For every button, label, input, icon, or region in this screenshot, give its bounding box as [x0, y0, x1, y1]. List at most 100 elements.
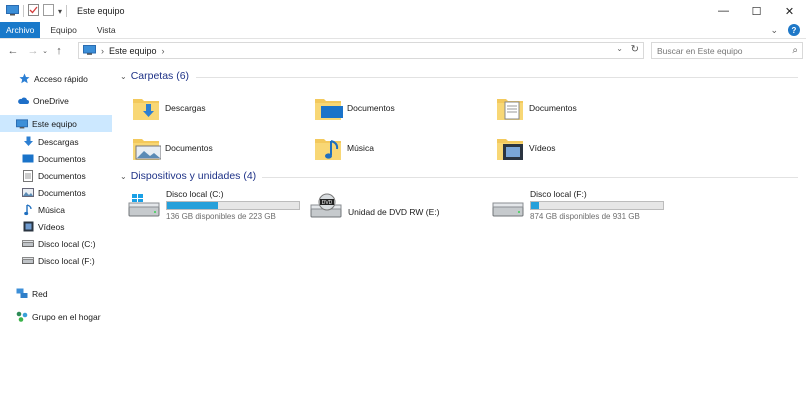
- refresh-icon[interactable]: ↻: [631, 44, 639, 55]
- address-dropdown-icon[interactable]: ⌄: [616, 44, 623, 53]
- search-input[interactable]: Buscar en Este equipo ⌕: [651, 42, 803, 59]
- pictures-folder-icon: [131, 133, 162, 163]
- section-divider: [196, 77, 798, 78]
- new-folder-icon[interactable]: [43, 4, 54, 18]
- forward-button[interactable]: →: [26, 45, 40, 57]
- search-icon: ⌕: [792, 45, 798, 56]
- drive-free-space: 136 GB disponibles de 223 GB: [166, 212, 276, 221]
- ribbon-right-controls: ⌄ ?: [770, 24, 800, 36]
- sidebar-item-onedrive[interactable]: OneDrive: [0, 92, 112, 109]
- drive-name: Unidad de DVD RW (E:): [348, 207, 440, 217]
- help-button[interactable]: ?: [788, 24, 800, 36]
- computer-icon: [16, 118, 28, 129]
- folder-name: Música: [347, 143, 374, 153]
- sidebar-item-disk-f[interactable]: Disco local (F:): [0, 252, 112, 269]
- video-icon: [22, 221, 34, 232]
- drive-tile-f[interactable]: Disco local (F:) 874 GB disponibles de 9…: [492, 189, 664, 225]
- sidebar-item-label: Música: [38, 204, 65, 215]
- sidebar-item-documentos-1[interactable]: Documentos: [0, 150, 112, 167]
- capacity-bar-fill: [531, 202, 539, 209]
- title-bar: ▾ Este equipo — ☐ ✕: [0, 0, 806, 22]
- address-bar[interactable]: › Este equipo › ⌄ ↻: [78, 42, 644, 59]
- address-separator[interactable]: ›: [162, 46, 165, 56]
- folder-tile-musica[interactable]: Música: [313, 130, 374, 166]
- folder-tile-videos[interactable]: Vídeos: [495, 130, 555, 166]
- downloads-folder-icon: [131, 93, 161, 123]
- recent-locations-button[interactable]: ⌄: [40, 47, 50, 55]
- sidebar-item-label: Vídeos: [38, 221, 65, 232]
- folder-tile-documentos-1[interactable]: Documentos: [313, 90, 395, 126]
- breadcrumb[interactable]: Este equipo: [109, 46, 157, 56]
- sidebar-item-documentos-2[interactable]: Documentos: [0, 167, 112, 184]
- desktop-folder-icon: [22, 153, 34, 164]
- music-folder-icon: [313, 133, 343, 163]
- sidebar-item-label: Documentos: [38, 153, 86, 164]
- drive-info: Disco local (C:) 136 GB disponibles de 2…: [166, 189, 300, 225]
- drive-name: Disco local (F:): [530, 189, 587, 199]
- maximize-button[interactable]: ☐: [740, 0, 773, 22]
- folder-tile-documentos-3[interactable]: Documentos: [131, 130, 213, 166]
- document-icon: [22, 169, 34, 182]
- capacity-bar: [166, 201, 300, 210]
- dvd-drive-icon: DVD: [310, 193, 342, 219]
- properties-icon[interactable]: [28, 4, 39, 18]
- music-note-icon: [22, 203, 34, 215]
- sidebar-item-homegroup[interactable]: Grupo en el hogar: [0, 308, 112, 325]
- sidebar-item-label: Acceso rápido: [34, 73, 88, 84]
- customize-dropdown-icon[interactable]: ▾: [58, 7, 62, 16]
- expand-ribbon-icon[interactable]: ⌄: [770, 25, 778, 36]
- sidebar-item-network[interactable]: Red: [0, 285, 112, 302]
- chevron-down-icon[interactable]: ⌄: [120, 72, 127, 81]
- section-divider: [262, 177, 798, 178]
- sidebar-item-label: Documentos: [38, 187, 86, 198]
- drive-tile-c[interactable]: Disco local (C:) 136 GB disponibles de 2…: [128, 189, 300, 225]
- videos-folder-icon: [495, 133, 525, 163]
- sidebar-item-label: Este equipo: [32, 118, 77, 129]
- drive-name: Disco local (C:): [166, 189, 224, 199]
- svg-text:DVD: DVD: [322, 200, 333, 206]
- sidebar-item-quick-access[interactable]: Acceso rápido: [0, 70, 112, 87]
- sidebar-item-musica[interactable]: Música: [0, 201, 112, 218]
- drive-icon: [492, 193, 524, 219]
- drive-info: Unidad de DVD RW (E:): [348, 189, 439, 225]
- tab-vista[interactable]: Vista: [87, 22, 126, 38]
- folder-name: Documentos: [529, 103, 577, 113]
- window-controls: — ☐ ✕: [707, 0, 806, 22]
- section-title: Carpetas (6): [130, 70, 190, 82]
- search-placeholder: Buscar en Este equipo: [657, 45, 743, 56]
- computer-icon: [83, 44, 96, 57]
- address-separator: ›: [101, 45, 104, 56]
- chevron-down-icon[interactable]: ⌄: [120, 172, 127, 181]
- minimize-button[interactable]: —: [707, 0, 740, 22]
- tab-equipo[interactable]: Equipo: [40, 22, 86, 38]
- folders-section-header[interactable]: ⌄ Carpetas (6): [120, 70, 189, 82]
- navigation-pane: Acceso rápido OneDrive Este equipo Desca…: [0, 66, 114, 403]
- sidebar-item-descargas[interactable]: Descargas: [0, 133, 112, 150]
- computer-icon: [6, 4, 19, 18]
- star-icon: [18, 73, 30, 84]
- up-button[interactable]: ↑: [52, 45, 66, 57]
- sidebar-item-label: Grupo en el hogar: [32, 311, 101, 322]
- drive-free-space: 874 GB disponibles de 931 GB: [530, 212, 640, 221]
- sidebar-item-label: Disco local (F:): [38, 255, 95, 266]
- devices-section-header[interactable]: ⌄ Dispositivos y unidades (4): [120, 170, 256, 182]
- sidebar-item-videos[interactable]: Vídeos: [0, 218, 112, 235]
- close-button[interactable]: ✕: [773, 0, 806, 22]
- folder-tile-documentos-2[interactable]: Documentos: [495, 90, 577, 126]
- folder-name: Descargas: [165, 103, 206, 113]
- folder-tile-descargas[interactable]: Descargas: [131, 90, 206, 126]
- back-button[interactable]: ←: [6, 45, 20, 57]
- quick-access-toolbar: ▾ Este equipo: [0, 4, 125, 18]
- sidebar-item-this-pc[interactable]: Este equipo: [0, 115, 112, 132]
- sidebar-item-label: OneDrive: [33, 95, 69, 106]
- capacity-bar-fill: [167, 202, 219, 209]
- network-icon: [16, 288, 28, 299]
- drive-icon: [22, 238, 34, 249]
- sidebar-item-disk-c[interactable]: Disco local (C:): [0, 235, 112, 252]
- ribbon-tabs: Archivo Equipo Vista ⌄ ?: [0, 22, 806, 39]
- sidebar-item-documentos-3[interactable]: Documentos: [0, 184, 112, 201]
- section-title: Dispositivos y unidades (4): [130, 170, 257, 182]
- tab-archivo[interactable]: Archivo: [0, 22, 41, 38]
- drive-tile-e[interactable]: DVD Unidad de DVD RW (E:): [310, 189, 439, 225]
- sidebar-item-label: Red: [32, 288, 48, 299]
